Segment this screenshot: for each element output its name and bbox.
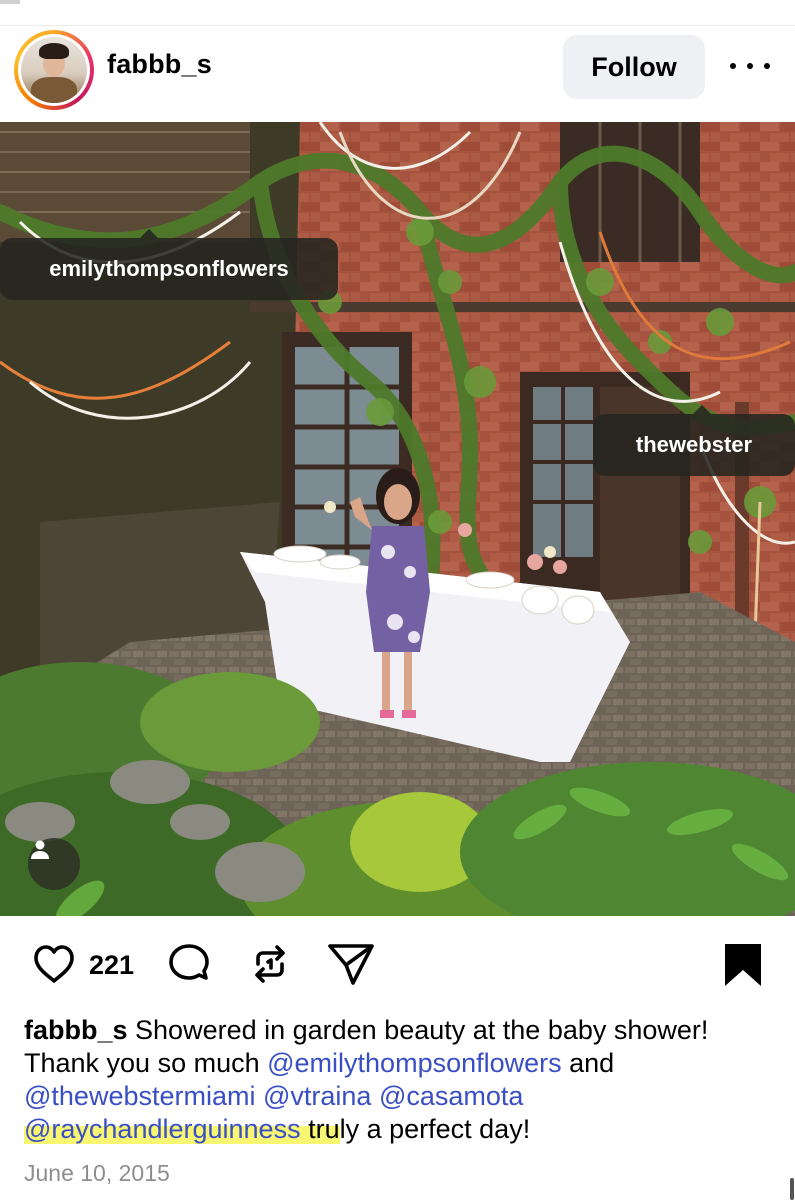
- post-photo[interactable]: emilythompsonflowers thewebster: [0, 122, 795, 916]
- mention-link[interactable]: @emilythompsonflowers: [267, 1048, 562, 1078]
- like-count[interactable]: 221: [89, 950, 134, 981]
- avatar-image: [21, 37, 87, 103]
- person-tag-icon[interactable]: [28, 838, 80, 890]
- photo-tag-label: thewebster: [635, 432, 753, 457]
- photo-tag-label: emilythompsonflowers: [49, 256, 289, 281]
- caption-text: and: [561, 1048, 615, 1078]
- post-date: June 10, 2015: [24, 1160, 170, 1186]
- scrollbar[interactable]: [790, 1178, 794, 1200]
- more-icon[interactable]: [730, 54, 770, 78]
- status-edge: [0, 0, 20, 4]
- repost-icon[interactable]: [246, 940, 294, 993]
- mention-link[interactable]: @thewebstermiami: [24, 1081, 255, 1111]
- post-actions: 221: [0, 930, 795, 1002]
- caption-username[interactable]: fabbb_s: [24, 1015, 128, 1045]
- share-icon[interactable]: [326, 940, 376, 993]
- photo-tag-thewebster[interactable]: thewebster: [593, 405, 795, 476]
- avatar[interactable]: [14, 30, 94, 110]
- mention-link[interactable]: @raychandlerguinness: [24, 1114, 301, 1144]
- highlighted-text: @raychandlerguinness tru: [24, 1114, 340, 1144]
- mention-link[interactable]: @casamota: [379, 1081, 523, 1111]
- follow-button[interactable]: Follow: [563, 35, 705, 99]
- mention-link[interactable]: @vtraina: [263, 1081, 371, 1111]
- post-header: fabbb_s Follow: [0, 26, 795, 122]
- post-caption: fabbb_s Showered in garden beauty at the…: [24, 1014, 784, 1146]
- post-username[interactable]: fabbb_s: [107, 49, 212, 80]
- heart-icon[interactable]: [30, 940, 78, 993]
- caption-text: ly a perfect day!: [339, 1114, 531, 1144]
- photo-tag-emilythompsonflowers[interactable]: emilythompsonflowers: [0, 229, 338, 300]
- comment-icon[interactable]: [165, 940, 213, 993]
- bookmark-icon[interactable]: [721, 942, 765, 993]
- caption-text: tru: [300, 1114, 340, 1144]
